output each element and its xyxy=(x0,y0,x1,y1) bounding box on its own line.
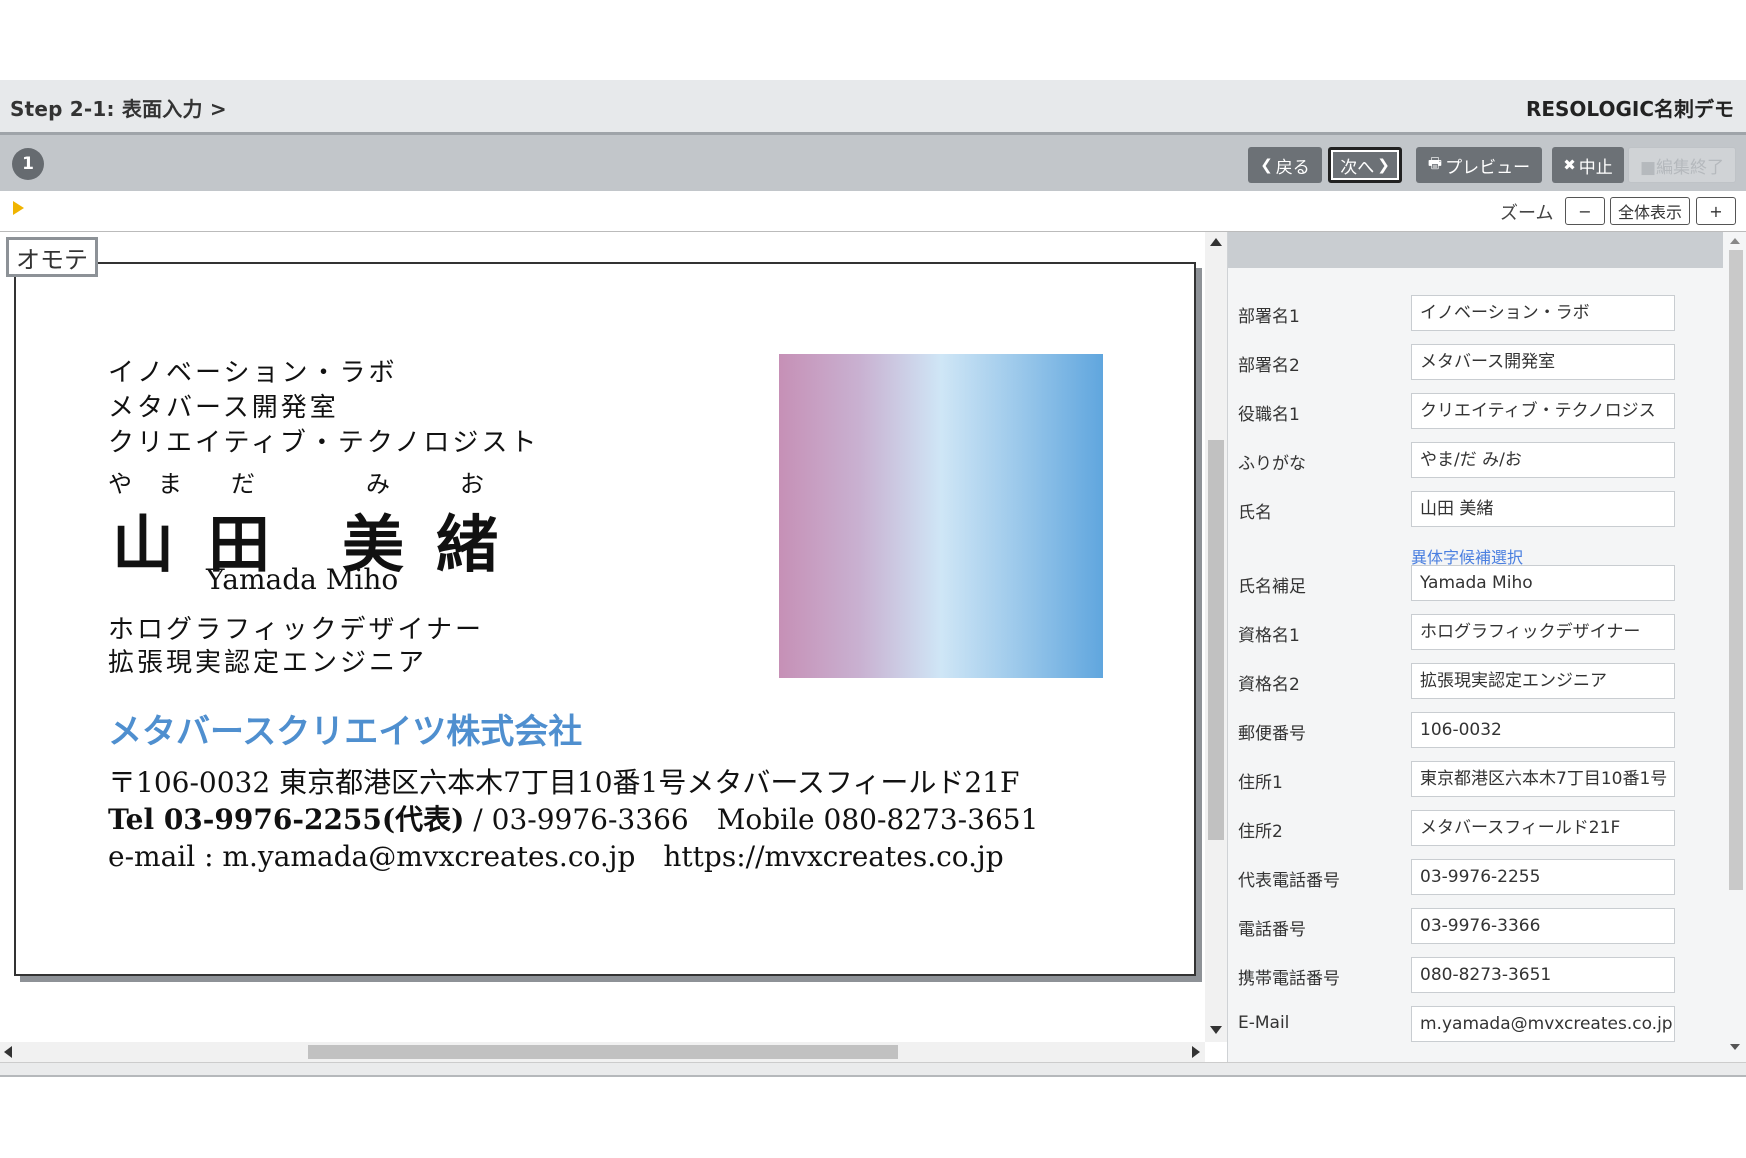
step-title: Step 2-1: 表面入力 > xyxy=(10,97,227,121)
card-dept2: メタバース開発室 xyxy=(108,393,339,423)
card-tel-rest: / 03-9976-3366 Mobile 080-8273-3651 xyxy=(464,803,1039,836)
panel-header xyxy=(1228,232,1723,268)
field-input-qual1[interactable]: ホログラフィックデザイナー xyxy=(1411,614,1675,650)
next-button[interactable]: 次へ ❯ xyxy=(1328,147,1402,183)
business-card-front[interactable]: イノベーション・ラボ メタバース開発室 クリエイティブ・テクノロジスト や ま … xyxy=(14,262,1196,976)
field-input-name-supplement[interactable]: Yamada Miho xyxy=(1411,565,1675,601)
field-input-phone[interactable]: 03-9976-3366 xyxy=(1411,908,1675,944)
scroll-down-icon[interactable] xyxy=(1210,1026,1222,1034)
scroll-up-icon[interactable] xyxy=(1210,238,1222,246)
field-input-address1[interactable]: 東京都港区六本木7丁目10番1号 xyxy=(1411,761,1675,797)
field-input-mobile[interactable]: 080-8273-3651 xyxy=(1411,957,1675,993)
preview-button[interactable]: 🖶 プレビュー xyxy=(1416,147,1542,183)
finish-edit-button-label: ■編集終了 xyxy=(1639,157,1725,178)
card-web: e-mail : m.yamada@mvxcreates.co.jp https… xyxy=(108,840,1004,873)
expand-triangle-icon[interactable] xyxy=(13,201,24,215)
cancel-button[interactable]: ✖ 中止 xyxy=(1552,147,1624,183)
close-icon: ✖ xyxy=(1563,156,1576,174)
scroll-thumb[interactable] xyxy=(308,1045,898,1059)
field-label: E-Mail xyxy=(1238,1013,1290,1033)
header-bar: Step 2-1: 表面入力 > RESOLOGIC名刺デモ xyxy=(0,80,1746,135)
scroll-right-icon[interactable] xyxy=(1192,1046,1200,1058)
zoom-out-button[interactable]: − xyxy=(1565,197,1605,225)
card-name-roman: Yamada Miho xyxy=(206,563,399,596)
field-label: 代表電話番号 xyxy=(1238,871,1340,891)
card-qual1: ホログラフィックデザイナー xyxy=(108,615,484,645)
field-input-main-phone[interactable]: 03-9976-2255 xyxy=(1411,859,1675,895)
card-tel-main: Tel 03-9976-2255(代表) xyxy=(108,803,465,836)
card-qual2: 拡張現実認定エンジニア xyxy=(108,648,428,678)
side-tag: オモテ xyxy=(6,237,98,277)
field-input-qual2[interactable]: 拡張現実認定エンジニア xyxy=(1411,663,1675,699)
app-window: Step 2-1: 表面入力 > RESOLOGIC名刺デモ 1 ❮ 戻る 次へ… xyxy=(0,80,1746,1077)
field-label: 部署名2 xyxy=(1238,356,1300,376)
card-canvas: オモテ イノベーション・ラボ メタバース開発室 クリエイティブ・テクノロジスト … xyxy=(0,232,1205,1042)
field-label: 住所1 xyxy=(1238,773,1283,793)
fit-view-button[interactable]: 全体表示 xyxy=(1610,197,1690,225)
field-input-email[interactable]: m.yamada@mvxcreates.co.jp xyxy=(1411,1006,1675,1042)
field-input-postal-code[interactable]: 106-0032 xyxy=(1411,712,1675,748)
field-label: 資格名2 xyxy=(1238,675,1300,695)
card-title1: クリエイティブ・テクノロジスト xyxy=(108,428,540,458)
canvas-horizontal-scrollbar[interactable] xyxy=(0,1042,1205,1062)
zoom-in-button[interactable]: + xyxy=(1696,197,1736,225)
field-label: 氏名補足 xyxy=(1238,577,1306,597)
field-input-name[interactable]: 山田 美緒 xyxy=(1411,491,1675,527)
panel-scrollbar[interactable] xyxy=(1725,232,1746,1062)
preview-button-label: プレビュー xyxy=(1445,157,1531,178)
field-label: 氏名 xyxy=(1238,503,1272,523)
card-name-char: 山 xyxy=(112,508,175,581)
next-button-label: 次へ xyxy=(1340,157,1375,178)
zoom-label: ズーム xyxy=(1500,203,1554,224)
scroll-thumb[interactable] xyxy=(1729,250,1743,890)
canvas-vertical-scrollbar[interactable] xyxy=(1205,232,1227,1042)
scroll-left-icon[interactable] xyxy=(4,1046,12,1058)
scroll-thumb[interactable] xyxy=(1208,440,1224,840)
toolbar: 1 ❮ 戻る 次へ ❯ 🖶 プレビュー ✖ 中止 ■編集終了 xyxy=(0,135,1746,191)
field-label: 電話番号 xyxy=(1238,920,1306,940)
status-bar xyxy=(0,1062,1746,1077)
field-input-address2[interactable]: メタバースフィールド21F xyxy=(1411,810,1675,846)
scroll-up-icon[interactable] xyxy=(1730,238,1740,244)
app-title: RESOLOGIC名刺デモ xyxy=(1525,97,1734,121)
scroll-down-icon[interactable] xyxy=(1730,1044,1740,1050)
zoom-bar: ズーム − 全体表示 + xyxy=(0,191,1746,232)
field-label: 住所2 xyxy=(1238,822,1283,842)
card-company: メタバースクリエイツ株式会社 xyxy=(108,712,583,752)
back-button[interactable]: ❮ 戻る xyxy=(1248,147,1322,183)
field-input-furigana[interactable]: やま/だ み/お xyxy=(1411,442,1675,478)
field-input-dept2[interactable]: メタバース開発室 xyxy=(1411,344,1675,380)
card-dept1: イノベーション・ラボ xyxy=(108,358,398,388)
cancel-button-label: 中止 xyxy=(1578,157,1613,178)
field-input-title1[interactable]: クリエイティブ・テクノロジス xyxy=(1411,393,1675,429)
gradient-image[interactable] xyxy=(779,354,1103,678)
field-label: 部署名1 xyxy=(1238,307,1300,327)
field-panel: 部署名1 イノベーション・ラボ 部署名2 メタバース開発室 役職名1 クリエイテ… xyxy=(1227,232,1746,1062)
printer-icon: 🖶 xyxy=(1427,153,1443,172)
step-number-badge: 1 xyxy=(12,148,44,180)
field-input-dept1[interactable]: イノベーション・ラボ xyxy=(1411,295,1675,331)
chevron-right-icon: ❯ xyxy=(1377,156,1390,174)
card-address: 〒106-0032 東京都港区六本木7丁目10番1号メタバースフィールド21F xyxy=(108,766,1020,799)
card-phones: Tel 03-9976-2255(代表) / 03-9976-3366 Mobi… xyxy=(108,798,1038,838)
field-label: 携帯電話番号 xyxy=(1238,969,1340,989)
field-label: ふりがな xyxy=(1238,454,1306,474)
finish-edit-button[interactable]: ■編集終了 xyxy=(1628,147,1736,183)
field-label: 郵便番号 xyxy=(1238,724,1306,744)
field-label: 役職名1 xyxy=(1238,405,1300,425)
back-button-label: 戻る xyxy=(1275,157,1310,178)
field-label: 資格名1 xyxy=(1238,626,1300,646)
chevron-left-icon: ❮ xyxy=(1260,156,1273,174)
card-name-char: 緒 xyxy=(436,508,499,581)
